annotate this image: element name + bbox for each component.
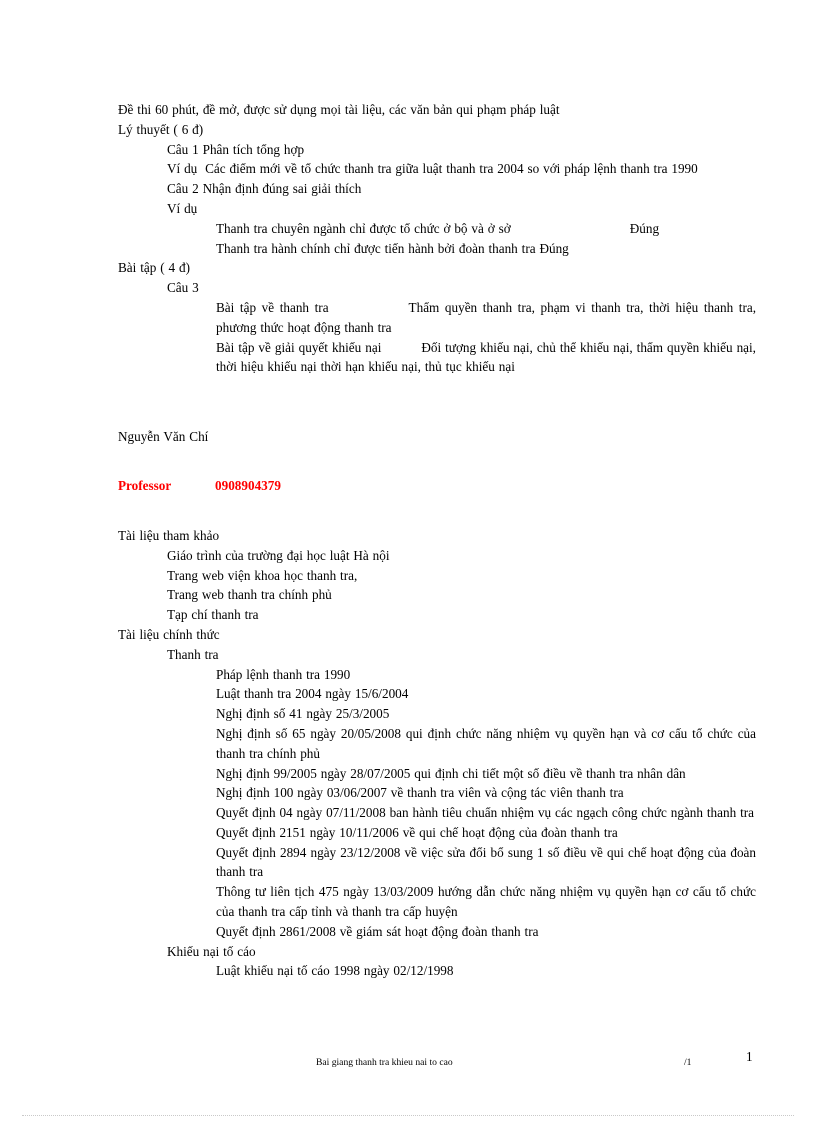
legal-document-item: Nghị định 99/2005 ngày 28/07/2005 qui đị… — [216, 765, 686, 781]
footer-title: Bai giang thanh tra khieu nai to cao — [316, 1057, 453, 1068]
theory-heading: Lý thuyết ( 6 đ) — [118, 121, 204, 137]
exam-info-line: Đề thi 60 phút, đề mở, được sử dụng mọi … — [118, 102, 560, 117]
group-heading-khieu-nai-to-cao: Khiếu nại tố cáo — [167, 943, 256, 959]
question-1-example-label: Ví dụ — [167, 161, 198, 177]
question-2-label: Câu 2 Nhận định đúng sai giải thích — [167, 181, 362, 197]
legal-document-item: Quyết định 2861/2008 về giám sát hoạt độ… — [216, 923, 539, 939]
question-2-item-1-answer: Đúng — [629, 220, 660, 236]
question-2-item-1: Thanh tra chuyên ngành chỉ được tổ chức … — [216, 219, 756, 239]
question-3-item-2-label: Bài tập về giải quyết khiếu nại — [216, 339, 382, 355]
official-documents-heading: Tài liệu chính thức — [118, 626, 220, 642]
footer-page-of: /1 — [684, 1057, 692, 1068]
exercise-heading: Bài tập ( 4 đ) — [118, 260, 190, 276]
document-body: Đề thi 60 phút, đề mở, được sử dụng mọi … — [118, 100, 756, 981]
legal-document-item: Quyết định 04 ngày 07/11/2008 ban hành t… — [216, 805, 754, 821]
question-2-item-1-text: Thanh tra chuyên ngành chỉ được tổ chức … — [216, 220, 511, 236]
document-page: Đề thi 60 phút, đề mở, được sử dụng mọi … — [0, 0, 816, 1123]
professor-label: Professor — [118, 478, 172, 494]
group-heading-thanh-tra: Thanh tra — [167, 646, 219, 662]
legal-document-item: Thông tư liên tịch 475 ngày 13/03/2009 h… — [216, 884, 756, 920]
question-1-example: Ví dụ Các điểm mới về tổ chức thanh tra … — [167, 159, 756, 179]
footer-page-number: 1 — [746, 1049, 753, 1064]
professor-phone[interactable]: 0908904379 — [215, 478, 281, 493]
legal-document-item: Quyết định 2151 ngày 10/11/2006 về qui c… — [216, 824, 618, 840]
professor-contact-row: Professor 0908904379 — [118, 476, 756, 496]
question-3-item-2: Bài tập về giải quyết khiếu nại Đối tượng… — [216, 338, 756, 378]
legal-document-item: Luật khiếu nại tố cáo 1998 ngày 02/12/19… — [216, 963, 454, 979]
reference-item: Trang web viện khoa học thanh tra, — [167, 567, 358, 583]
question-3-item-1-label: Bài tập về thanh tra — [216, 299, 329, 315]
legal-document-item: Nghị định số 41 ngày 25/3/2005 — [216, 706, 390, 722]
question-2-example-label: Ví dụ — [167, 200, 198, 216]
legal-document-item: Nghị định số 65 ngày 20/05/2008 qui định… — [216, 725, 756, 761]
legal-document-item: Nghị định 100 ngày 03/06/2007 về thanh t… — [216, 785, 624, 801]
legal-document-item: Luật thanh tra 2004 ngày 15/6/2004 — [216, 686, 409, 702]
legal-document-item: Quyết định 2894 ngày 23/12/2008 về việc … — [216, 844, 756, 880]
question-3-item-1: Bài tập về thanh tra Thẩm quyền thanh tra… — [216, 298, 756, 338]
references-heading: Tài liệu tham khảo — [118, 527, 220, 543]
question-1-label: Câu 1 Phân tích tổng hợp — [167, 141, 305, 157]
author-name: Nguyễn Văn Chí — [118, 428, 209, 444]
question-3-label: Câu 3 — [167, 280, 199, 296]
reference-item: Tạp chí thanh tra — [167, 607, 259, 623]
question-1-example-text: Các điểm mới về tổ chức thanh tra giữa l… — [205, 161, 698, 177]
legal-document-item: Pháp lệnh thanh tra 1990 — [216, 666, 351, 682]
reference-item: Trang web thanh tra chính phủ — [167, 587, 332, 603]
bottom-dotted-rule — [22, 1115, 794, 1117]
reference-item: Giáo trình của trường đại học luật Hà nộ… — [167, 547, 390, 563]
question-2-item-2: Thanh tra hành chính chỉ được tiến hành … — [216, 240, 569, 256]
